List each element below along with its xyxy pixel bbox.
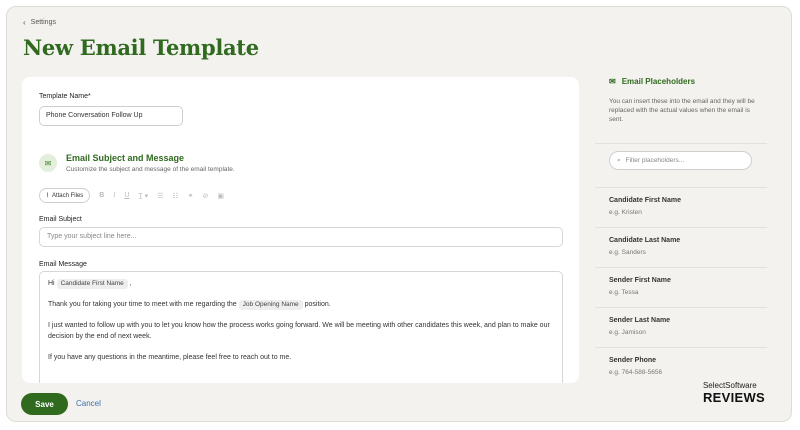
template-name-label: Template Name* [39,93,91,100]
breadcrumb[interactable]: ‹ Settings [23,18,56,27]
sidebar-title: Email Placeholders [621,77,696,86]
placeholder-item[interactable]: Sender Last Name e.g. Jamison [609,317,759,336]
divider [595,267,767,268]
divider [595,347,767,348]
message-paragraph: I just wanted to follow up with you to l… [48,322,550,340]
divider [595,143,767,144]
placeholder-chip[interactable]: Job Opening Name [238,300,303,310]
attach-files-button[interactable]: ⌇ Attach Files [39,188,91,203]
envelope-icon: ✉ [609,77,616,86]
page-title: New Email Template [23,35,259,60]
search-icon: ⌕ [617,156,621,164]
form-footer: Save Cancel [7,387,791,421]
cancel-link[interactable]: Cancel [76,399,101,408]
bold-icon[interactable]: B [99,192,104,199]
section-subtitle: Customize the subject and message of the… [66,166,235,173]
watermark-logo: SelectSoftware REVIEWS [702,381,765,405]
breadcrumb-settings[interactable]: Settings [31,19,56,26]
paperclip-icon: ⌇ [46,193,49,199]
message-paragraph: If you have any questions in the meantim… [48,354,292,361]
underline-icon[interactable]: U [124,192,129,199]
placeholder-chip[interactable]: Candidate First Name [56,279,128,289]
placeholder-item[interactable]: Candidate Last Name e.g. Sanders [609,237,759,256]
image-icon[interactable]: ▣ [217,192,224,200]
divider [595,227,767,228]
placeholder-item[interactable]: Sender First Name e.g. Tessa [609,277,759,296]
unlink-icon[interactable]: ⊘ [203,192,209,200]
italic-icon[interactable]: I [113,192,115,199]
placeholders-sidebar: ✉ Email Placeholders You can insert thes… [592,75,772,385]
link-icon[interactable]: ⚭ [188,192,194,200]
divider [595,187,767,188]
email-message-editor[interactable]: Hi Candidate First Name , Thank you for … [39,271,563,383]
save-button[interactable]: Save [21,393,68,415]
envelope-icon: ✉ [39,154,57,172]
template-form-card: Template Name* Phone Conversation Follow… [22,77,579,383]
numbered-list-icon[interactable]: ☷ [172,192,178,200]
filter-placeholders-input[interactable]: ⌕ Filter placeholders... [609,151,752,170]
email-subject-input[interactable]: Type your subject line here... [39,227,563,247]
message-greeting: Hi Candidate First Name , [48,279,132,289]
divider [595,307,767,308]
email-subject-label: Email Subject [39,216,82,223]
attach-files-label: Attach Files [51,192,84,199]
sidebar-header: ✉ Email Placeholders [609,77,695,86]
message-paragraph: Thank you for taking your time to meet w… [48,300,331,310]
placeholder-item[interactable]: Sender Phone e.g. 764-588-5656 [609,357,759,376]
text-color-icon[interactable]: T̲ ▾ [138,192,148,200]
filter-placeholder-text: Filter placeholders... [625,157,685,164]
chevron-left-icon: ‹ [23,18,26,27]
template-name-input[interactable]: Phone Conversation Follow Up [39,106,183,126]
app-window: ‹ Settings New Email Template Template N… [6,6,792,422]
section-title: Email Subject and Message [66,153,185,163]
sidebar-description: You can insert these into the email and … [609,98,755,123]
bullet-list-icon[interactable]: ☰ [157,192,163,200]
placeholder-item[interactable]: Candidate First Name e.g. Kristen [609,197,759,216]
email-message-label: Email Message [39,261,87,268]
editor-toolbar: ⌇ Attach Files B I U T̲ ▾ ☰ ☷ ⚭ ⊘ ▣ [39,188,224,203]
